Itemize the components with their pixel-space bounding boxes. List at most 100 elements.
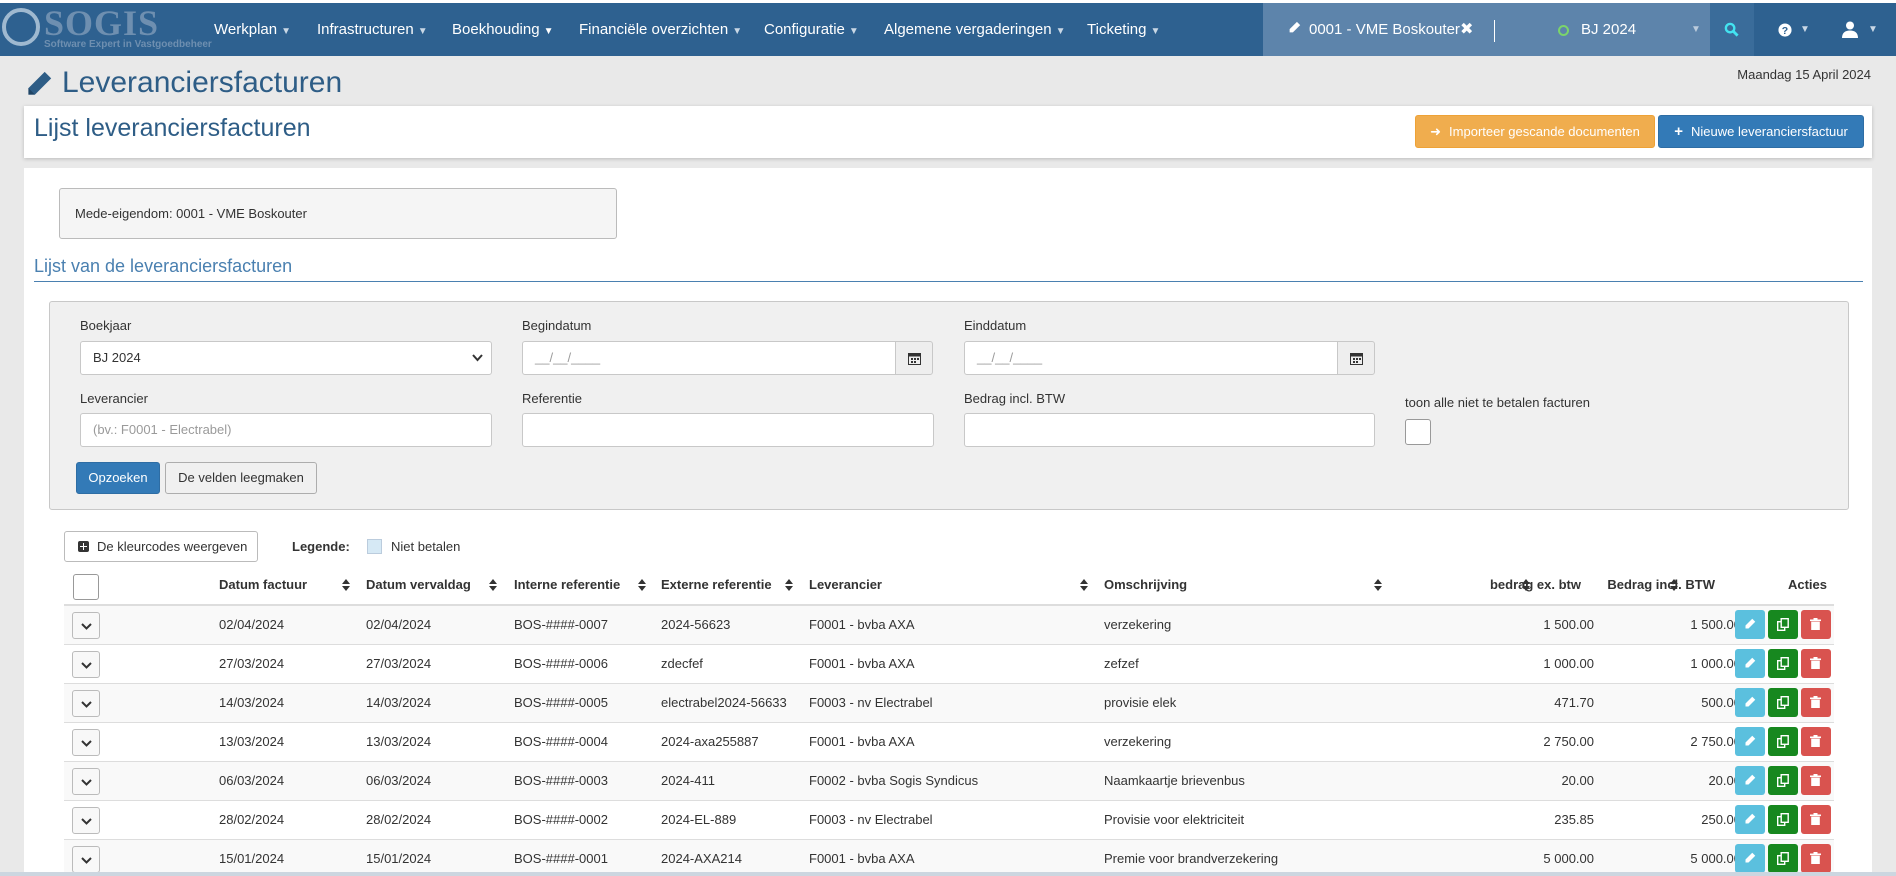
- edit-invoice-button[interactable]: [1735, 766, 1765, 795]
- chevron-down-icon: [472, 354, 483, 362]
- col-interne-referentie[interactable]: Interne referentie: [514, 565, 620, 604]
- nav-boekhouding[interactable]: Boekhouding ▼: [452, 3, 553, 56]
- col-datum-factuur[interactable]: Datum factuur: [219, 565, 307, 604]
- expand-row-button[interactable]: [72, 690, 100, 717]
- delete-invoice-button[interactable]: [1801, 766, 1831, 795]
- table-row[interactable]: 06/03/2024 06/03/2024 BOS-####-0003 2024-41…: [64, 762, 1834, 801]
- col-omschrijving[interactable]: Omschrijving: [1104, 565, 1187, 604]
- toon-niet-te-betalen-label: toon alle niet te betalen facturen: [1405, 395, 1591, 410]
- edit-invoice-button[interactable]: [1735, 727, 1765, 756]
- einddatum-calendar-button[interactable]: [1337, 341, 1375, 375]
- close-property-icon[interactable]: ✖: [1460, 3, 1473, 56]
- delete-invoice-button[interactable]: [1801, 727, 1831, 756]
- nav-werkplan[interactable]: Werkplan ▼: [214, 3, 291, 56]
- caret-down-icon[interactable]: ▼: [1691, 3, 1701, 56]
- copy-invoice-button[interactable]: [1768, 805, 1798, 834]
- property-info-box: Mede-eigendom: 0001 - VME Boskouter: [59, 188, 617, 239]
- table-row[interactable]: 15/01/2024 15/01/2024 BOS-####-0001 2024-AX…: [64, 840, 1834, 876]
- nav-financiele-overzichten[interactable]: Financiële overzichten ▼: [579, 3, 742, 56]
- begindatum-calendar-button[interactable]: [895, 341, 933, 375]
- copy-invoice-button[interactable]: [1768, 844, 1798, 873]
- toon-niet-te-betalen-checkbox[interactable]: [1405, 419, 1431, 445]
- delete-invoice-button[interactable]: [1801, 688, 1831, 717]
- table-row[interactable]: 02/04/2024 02/04/2024 BOS-####-0007 2024-56…: [64, 606, 1834, 645]
- col-leverancier[interactable]: Leverancier: [809, 565, 882, 604]
- sort-icon[interactable]: [638, 579, 646, 591]
- show-color-codes-label: De kleurcodes weergeven: [97, 539, 248, 554]
- nav-algemene-vergaderingen[interactable]: Algemene vergaderingen ▼: [884, 3, 1066, 56]
- nav-configuratie[interactable]: Configuratie ▼: [764, 3, 859, 56]
- bedrag-label: Bedrag incl. BTW: [964, 391, 1066, 406]
- logo-circle-icon: [2, 8, 40, 46]
- edit-invoice-button[interactable]: [1735, 844, 1765, 873]
- table-row[interactable]: 13/03/2024 13/03/2024 BOS-####-0004 2024-ax…: [64, 723, 1834, 762]
- search-button-filter[interactable]: Opzoeken: [76, 462, 160, 494]
- cell-leverancier: F0001 - bvba AXA: [809, 851, 915, 866]
- show-color-codes-button[interactable]: De kleurcodes weergeven: [64, 531, 258, 562]
- expand-row-button[interactable]: [72, 846, 100, 873]
- edit-invoice-button[interactable]: [1735, 649, 1765, 678]
- help-menu[interactable]: ? ▼: [1768, 3, 1818, 56]
- leverancier-input[interactable]: (bv.: F0001 - Electrabel): [80, 413, 492, 447]
- col-bedrag-incl[interactable]: Bedrag incl. BTW: [1494, 565, 1715, 604]
- select-all-checkbox[interactable]: [73, 574, 99, 600]
- chevron-down-icon: [81, 740, 92, 747]
- sort-icon[interactable]: [1080, 579, 1088, 591]
- col-externe-referentie[interactable]: Externe referentie: [661, 565, 772, 604]
- table-row[interactable]: 14/03/2024 14/03/2024 BOS-####-0005 electra…: [64, 684, 1834, 723]
- new-invoice-button[interactable]: + Nieuwe leveranciersfactuur: [1658, 115, 1864, 148]
- copy-invoice-button[interactable]: [1768, 766, 1798, 795]
- boekjaar-select[interactable]: BJ 2024: [80, 341, 492, 375]
- begindatum-input[interactable]: __/__/____: [522, 341, 896, 375]
- nav-infrastructuren[interactable]: Infrastructuren ▼: [317, 3, 428, 56]
- sort-icon[interactable]: [1670, 579, 1678, 591]
- delete-invoice-button[interactable]: [1801, 805, 1831, 834]
- new-button-label: Nieuwe leveranciersfactuur: [1690, 124, 1848, 139]
- bedrag-input[interactable]: [964, 413, 1375, 447]
- copy-invoice-button[interactable]: [1768, 727, 1798, 756]
- property-info-text: Mede-eigendom: 0001 - VME Boskouter: [75, 206, 307, 221]
- edit-invoice-button[interactable]: [1735, 688, 1765, 717]
- delete-invoice-button[interactable]: [1801, 844, 1831, 873]
- clear-fields-button[interactable]: De velden leegmaken: [165, 462, 317, 494]
- plus-icon: +: [1674, 123, 1683, 140]
- page-title: Leveranciersfacturen: [62, 66, 343, 99]
- year-label[interactable]: BJ 2024: [1581, 3, 1636, 56]
- question-icon: ?: [1778, 23, 1792, 37]
- sort-icon[interactable]: [489, 579, 497, 591]
- edit-invoice-button[interactable]: [1735, 805, 1765, 834]
- delete-invoice-button[interactable]: [1801, 649, 1831, 678]
- referentie-input[interactable]: [522, 413, 934, 447]
- legend: Legende: Niet betalen: [275, 531, 479, 562]
- expand-row-button[interactable]: [72, 768, 100, 795]
- import-scanned-button[interactable]: ➜ Importeer gescande documenten: [1415, 115, 1655, 148]
- sort-icon[interactable]: [785, 579, 793, 591]
- copy-invoice-button[interactable]: [1768, 610, 1798, 639]
- delete-invoice-button[interactable]: [1801, 610, 1831, 639]
- sort-icon[interactable]: [1374, 579, 1382, 591]
- edit-invoice-button[interactable]: [1735, 610, 1765, 639]
- col-datum-vervaldag[interactable]: Datum vervaldag: [366, 565, 471, 604]
- cell-bedrag-incl: 1 000.00: [1690, 656, 1741, 671]
- nav-werkplan-label: Werkplan: [214, 21, 278, 38]
- cell-bedrag-ex: 235.85: [1554, 812, 1594, 827]
- copy-invoice-button[interactable]: [1768, 649, 1798, 678]
- property-label[interactable]: 0001 - VME Boskouter: [1309, 3, 1460, 56]
- expand-row-button[interactable]: [72, 807, 100, 834]
- expand-row-button[interactable]: [72, 729, 100, 756]
- caret-down-icon: ▼: [1800, 24, 1810, 35]
- cell-leverancier: F0003 - nv Electrabel: [809, 812, 933, 827]
- expand-row-button[interactable]: [72, 612, 100, 639]
- search-button[interactable]: [1710, 3, 1754, 56]
- copy-invoice-button[interactable]: [1768, 688, 1798, 717]
- sort-icon[interactable]: [342, 579, 350, 591]
- einddatum-input[interactable]: __/__/____: [964, 341, 1338, 375]
- plus-square-icon: [78, 541, 89, 552]
- expand-row-button[interactable]: [72, 651, 100, 678]
- user-menu[interactable]: ▼: [1830, 3, 1886, 56]
- table-row[interactable]: 28/02/2024 28/02/2024 BOS-####-0002 2024-EL…: [64, 801, 1834, 840]
- nav-ticketing[interactable]: Ticketing ▼: [1087, 3, 1160, 56]
- table-row[interactable]: 27/03/2024 27/03/2024 BOS-####-0006 zdecfef…: [64, 645, 1834, 684]
- sogis-logo[interactable]: SOGIS Software Expert in Vastgoedbeheer: [0, 3, 212, 56]
- col-acties: Acties: [1787, 577, 1827, 592]
